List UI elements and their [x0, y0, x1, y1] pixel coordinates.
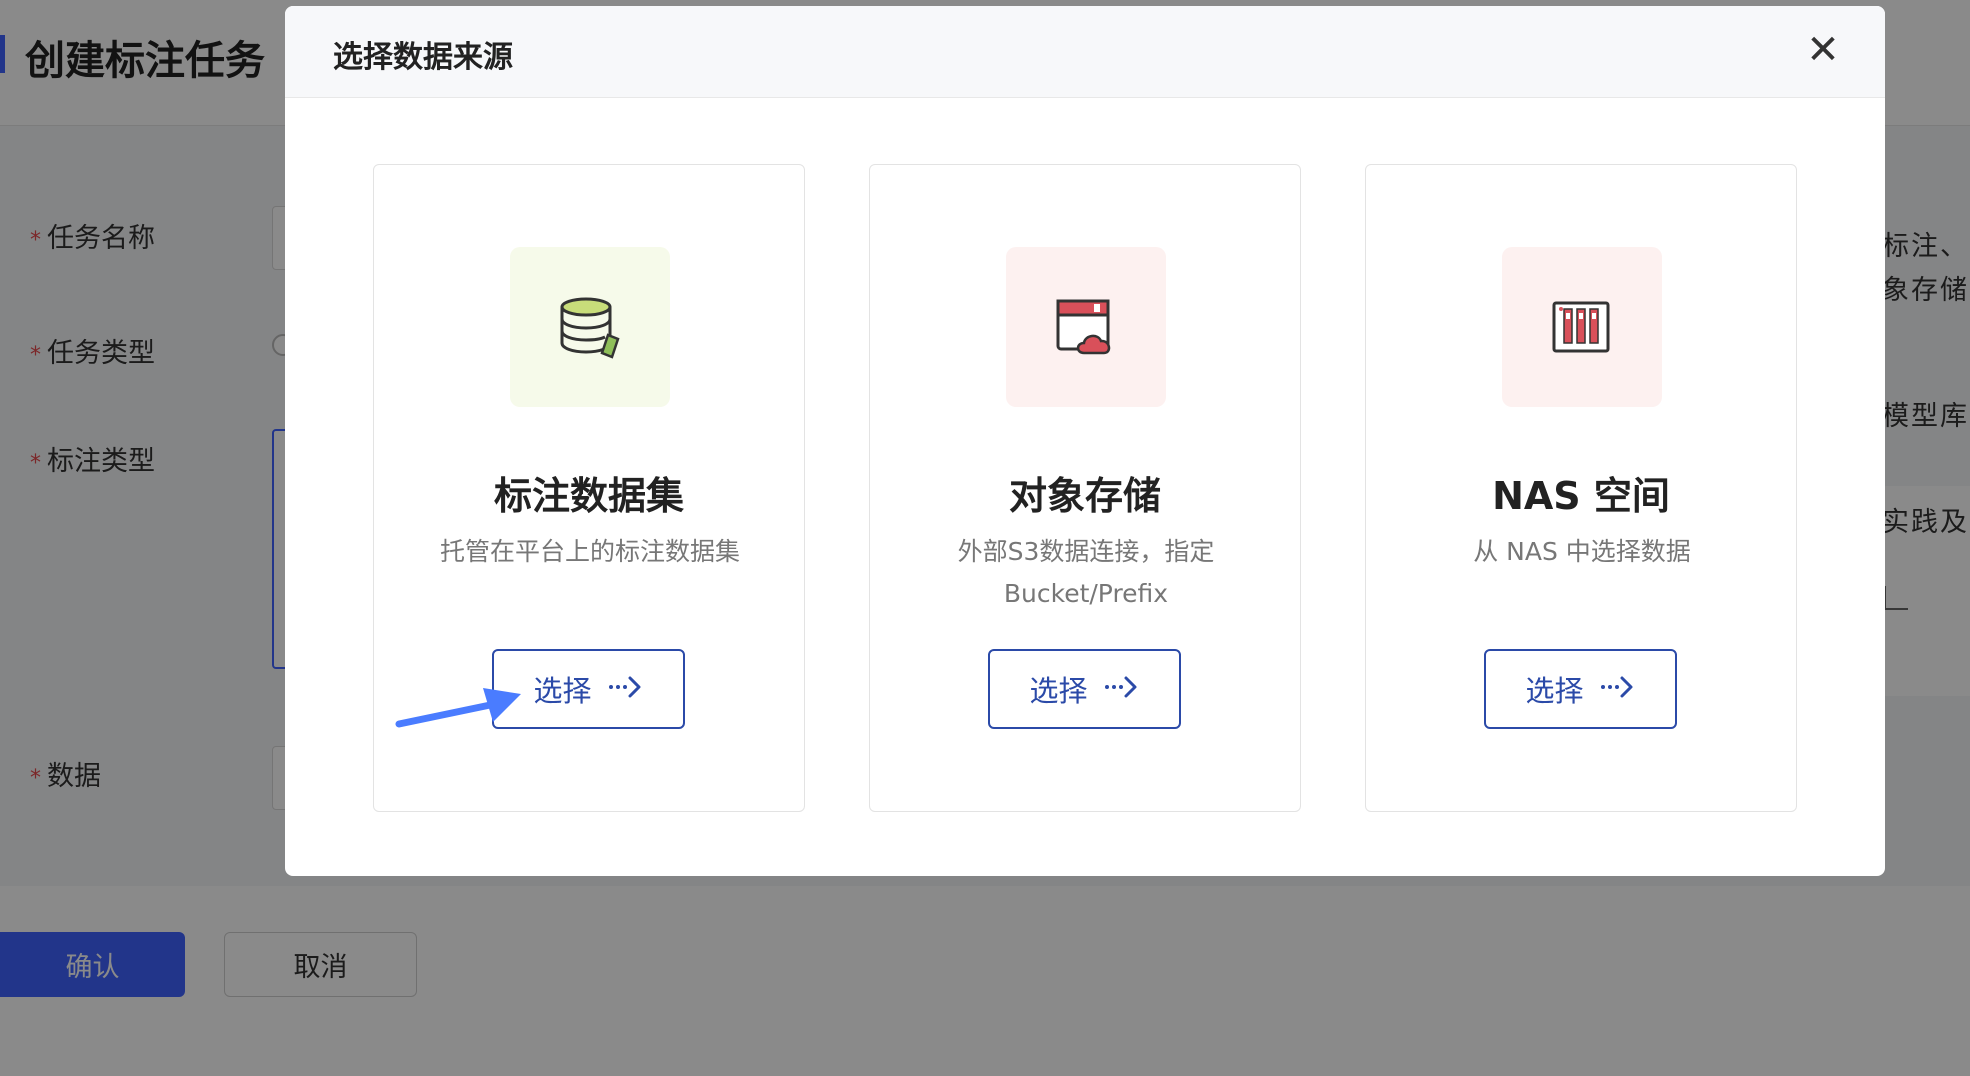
- close-icon[interactable]: ✕: [1801, 30, 1845, 74]
- card-icon-container: [510, 247, 670, 407]
- data-source-card-nas: NAS 空间 从 NAS 中选择数据 选择: [1365, 164, 1797, 812]
- card-title: 对象存储: [1008, 474, 1161, 518]
- annotation-arrow-icon: [395, 688, 521, 728]
- nas-server-icon: [1552, 301, 1610, 353]
- select-button-label: 选择: [533, 674, 592, 708]
- select-object-storage-button[interactable]: 选择: [988, 649, 1181, 729]
- modal-header: 选择数据来源 ✕: [285, 6, 1885, 98]
- card-description: 外部S3数据连接，指定Bucket/Prefix: [957, 537, 1215, 608]
- select-nas-button[interactable]: 选择: [1484, 649, 1677, 729]
- select-button-label: 选择: [1029, 674, 1088, 708]
- card-description: 托管在平台上的标注数据集: [439, 537, 740, 566]
- data-source-card-object-storage: 对象存储 外部S3数据连接，指定Bucket/Prefix 选择: [869, 164, 1301, 812]
- dotted-arrow-right-icon: [1104, 672, 1140, 706]
- database-edit-icon: [560, 297, 620, 359]
- dotted-arrow-right-icon: [1600, 672, 1636, 706]
- cloud-storage-icon: [1056, 299, 1111, 355]
- dotted-arrow-right-icon: [608, 672, 644, 706]
- card-description: 从 NAS 中选择数据: [1473, 537, 1691, 566]
- card-title: 标注数据集: [493, 474, 684, 518]
- card-icon-container: [1502, 247, 1662, 407]
- card-icon-container: [1006, 247, 1166, 407]
- modal-title: 选择数据来源: [333, 40, 513, 75]
- select-data-source-modal: 选择数据来源 ✕ 标注数据集 托管在平台上的标注数据集 选择 对象存储 外部S3…: [285, 6, 1885, 876]
- page: 创建标注任务 * 任务名称 * 任务类型 * 标注类型 * 数据 标注、 象存储 模型库…: [0, 0, 1970, 1076]
- card-title: NAS 空间: [1492, 474, 1670, 518]
- select-button-label: 选择: [1525, 674, 1584, 708]
